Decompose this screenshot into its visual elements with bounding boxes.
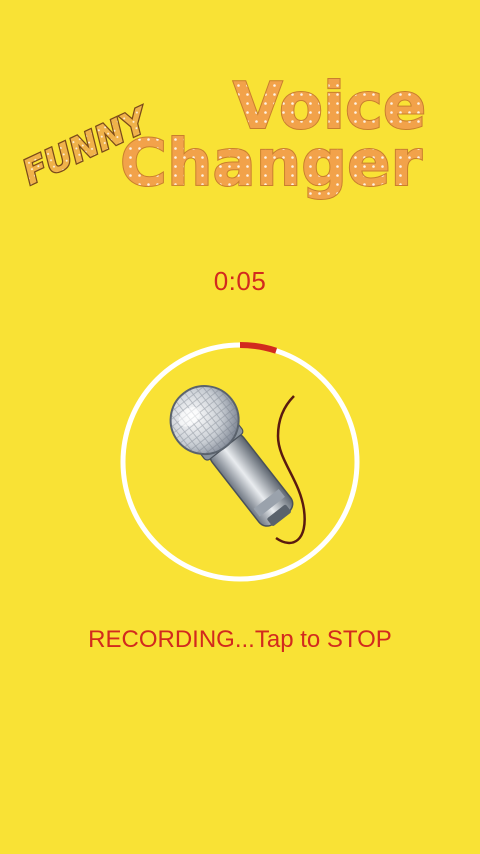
logo-line-changer: Changer bbox=[120, 127, 423, 201]
record-stop-button[interactable] bbox=[118, 340, 362, 584]
app-logo: FUNNY Voice Changer bbox=[0, 0, 480, 215]
recording-status-text[interactable]: RECORDING...Tap to STOP bbox=[0, 626, 480, 654]
recording-timer: 0:05 bbox=[213, 266, 267, 296]
microphone-icon bbox=[169, 385, 306, 545]
